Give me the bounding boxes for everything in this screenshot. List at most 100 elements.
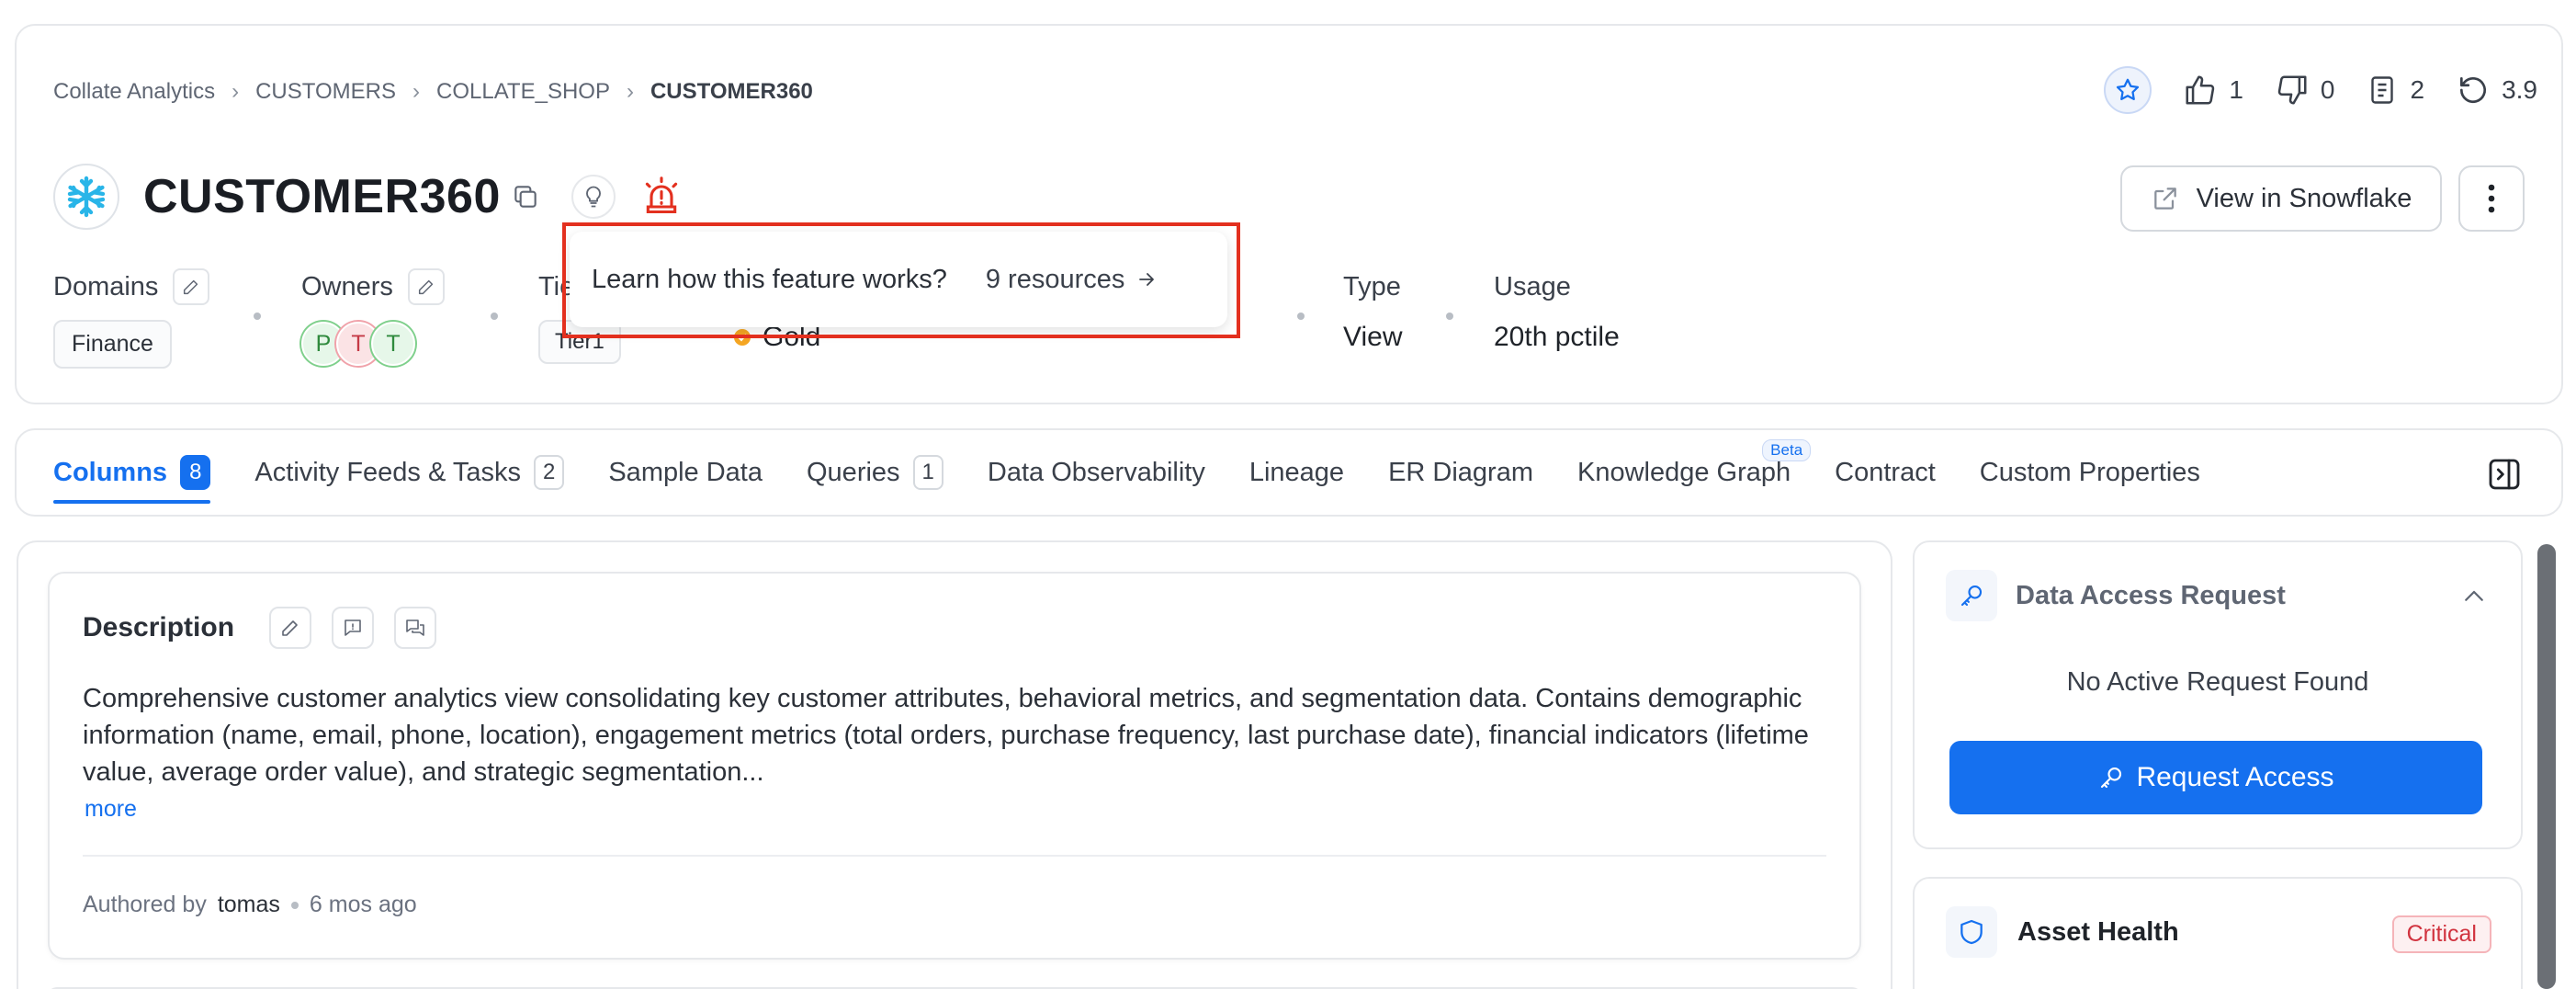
edit-description-button[interactable] <box>269 607 312 649</box>
tab-activity-feeds[interactable]: Activity Feeds & Tasks 2 <box>254 432 565 513</box>
dislike-button[interactable]: 0 <box>2275 73 2335 108</box>
kebab-menu-icon <box>2488 184 2495 213</box>
status-badge: Critical <box>2391 915 2491 953</box>
domain-chip[interactable]: Finance <box>53 320 172 369</box>
usage-section: Usage 20th pctile <box>1494 267 1620 353</box>
panel-collapse-icon <box>2489 459 2520 490</box>
breadcrumb-item-service[interactable]: Collate Analytics <box>53 79 215 105</box>
tab-er-diagram[interactable]: ER Diagram <box>1388 432 1533 513</box>
snowflake-logo <box>53 164 119 230</box>
chevron-up-icon[interactable] <box>2460 583 2488 610</box>
description-header: Description <box>83 607 437 649</box>
view-in-snowflake-label: View in Snowflake <box>2196 183 2412 213</box>
copy-icon <box>514 186 537 208</box>
learning-resources-button[interactable] <box>571 175 616 219</box>
separator-dot <box>1446 313 1453 320</box>
dislike-count: 0 <box>2320 75 2335 104</box>
version-number: 3.9 <box>2502 75 2537 104</box>
request-description-button[interactable] <box>332 607 375 649</box>
shield-icon <box>1960 919 1983 945</box>
edit-domains-button[interactable] <box>173 268 210 305</box>
scrollbar[interactable] <box>2537 544 2556 989</box>
breadcrumb: Collate Analytics › CUSTOMERS › COLLATE_… <box>53 79 813 105</box>
lightbulb-icon <box>586 186 601 208</box>
tab-label: Sample Data <box>608 457 763 487</box>
documents-count: 2 <box>2410 75 2425 104</box>
key-icon <box>2101 767 2122 789</box>
entity-actions: 1 0 2 3.9 <box>2104 66 2537 114</box>
copy-link-button[interactable] <box>503 175 548 219</box>
title-actions <box>503 175 684 219</box>
domains-label: Domains <box>53 271 159 301</box>
tab-custom-properties[interactable]: Custom Properties <box>1980 432 2200 513</box>
separator-dot <box>254 313 261 320</box>
shield-icon-wrap <box>1946 906 1997 958</box>
tab-columns[interactable]: Columns 8 <box>53 432 211 513</box>
usage-label: Usage <box>1494 271 1571 301</box>
document-icon <box>2371 76 2394 104</box>
authored-time: 6 mos ago <box>309 892 417 917</box>
entity-title: CUSTOMER360 <box>143 170 501 223</box>
follow-star-button[interactable] <box>2104 66 2152 114</box>
tab-label: Lineage <box>1248 457 1345 487</box>
avatar[interactable]: T <box>371 322 415 366</box>
domains-section: Domains Finance <box>53 267 210 369</box>
tab-contract[interactable]: Contract <box>1835 432 1936 513</box>
alert-button[interactable] <box>639 175 684 219</box>
entity-tabs: Columns 8 Activity Feeds & Tasks 2 Sampl… <box>53 432 2244 513</box>
authored-by: Authored by tomas 6 mos ago <box>83 892 417 918</box>
tab-label: Columns <box>53 457 168 487</box>
thumbs-down-icon <box>2277 75 2307 105</box>
breadcrumb-item-schema[interactable]: COLLATE_SHOP <box>436 79 610 105</box>
pencil-icon <box>418 279 434 295</box>
asset-health-header: Asset Health <box>1946 906 2179 958</box>
type-section: Type View <box>1343 267 1402 353</box>
toggle-right-panel-button[interactable] <box>2486 456 2523 493</box>
edit-owners-button[interactable] <box>407 268 445 305</box>
star-icon <box>2117 78 2140 100</box>
tab-sample-data[interactable]: Sample Data <box>608 432 763 513</box>
breadcrumb-item-database[interactable]: CUSTOMERS <box>255 79 396 105</box>
chevron-right-icon: › <box>232 79 240 104</box>
version-history-button[interactable]: 3.9 <box>2456 73 2537 108</box>
tab-queries[interactable]: Queries 1 <box>807 432 943 513</box>
request-access-button[interactable]: Request Access <box>1949 741 2482 814</box>
tab-label: Activity Feeds & Tasks <box>254 457 521 487</box>
tab-knowledge-graph[interactable]: Knowledge Graph Beta <box>1577 432 1812 513</box>
tab-label: Data Observability <box>987 457 1205 487</box>
tab-lineage[interactable]: Lineage <box>1249 432 1344 513</box>
chevron-right-icon: › <box>412 79 420 104</box>
description-text: Comprehensive customer analytics view co… <box>83 684 1809 787</box>
pencil-icon <box>184 279 198 295</box>
key-icon-wrap <box>1946 570 1997 621</box>
conversation-button[interactable] <box>394 607 437 649</box>
tab-data-observability[interactable]: Data Observability <box>988 432 1205 513</box>
tab-count: 2 <box>533 455 565 490</box>
view-in-snowflake-button[interactable]: View in Snowflake <box>2120 165 2442 232</box>
type-label: Type <box>1343 271 1401 301</box>
owner-avatars: P T T <box>301 322 445 366</box>
highlight-frame <box>562 222 1240 338</box>
documents-button[interactable]: 2 <box>2366 74 2424 107</box>
owners-section: Owners P T T <box>301 267 445 366</box>
divider <box>83 855 1826 857</box>
author-name[interactable]: tomas <box>218 892 280 918</box>
usage-value: 20th pctile <box>1494 322 1620 352</box>
external-link-icon <box>2153 188 2176 210</box>
more-options-button[interactable] <box>2458 165 2525 232</box>
tab-label: Contract <box>1835 457 1936 487</box>
tab-count: 8 <box>180 455 211 490</box>
type-value: View <box>1343 322 1403 352</box>
tab-label: Knowledge Graph <box>1577 457 1791 487</box>
asset-health-card: Asset Health Critical <box>1913 877 2523 989</box>
breadcrumb-item-current: CUSTOMER360 <box>650 79 813 104</box>
tab-label: Queries <box>807 457 900 487</box>
right-panel: Data Access Request No Active Request Fo… <box>1913 540 2537 989</box>
beta-badge: Beta <box>1762 439 1812 461</box>
tab-label: Custom Properties <box>1979 457 2200 487</box>
owners-label: Owners <box>301 271 393 301</box>
chevron-right-icon: › <box>626 79 634 104</box>
like-button[interactable]: 1 <box>2183 73 2243 108</box>
show-more-link[interactable]: more <box>85 796 137 823</box>
data-access-request-card: Data Access Request No Active Request Fo… <box>1913 540 2523 849</box>
